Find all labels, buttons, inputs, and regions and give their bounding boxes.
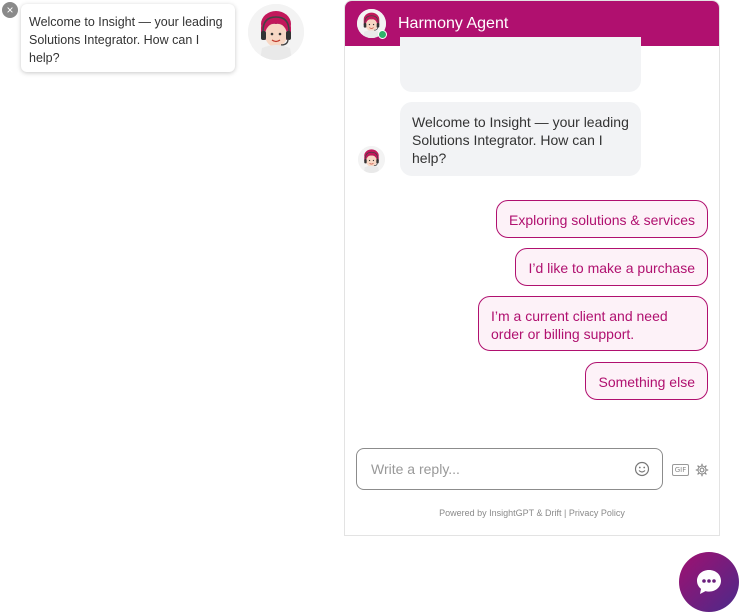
welcome-message-text: Welcome to Insight — your leading Soluti…	[412, 114, 629, 166]
powered-by-link[interactable]: Powered by InsightGPT & Drift	[439, 508, 561, 518]
preview-message[interactable]: Welcome to Insight — your leading Soluti…	[21, 4, 235, 72]
agent-name: Harmony Agent	[398, 14, 509, 32]
quick-reply-button[interactable]: I’m a current client and need order or b…	[478, 296, 708, 351]
gif-icon[interactable]: GIF	[672, 464, 689, 476]
header-avatar	[357, 9, 387, 39]
agent-avatar-icon[interactable]	[248, 4, 304, 60]
previous-message-bubble	[400, 37, 641, 92]
quick-reply-button[interactable]: I’d like to make a purchase	[515, 248, 708, 286]
emoji-icon[interactable]	[634, 461, 650, 477]
privacy-policy-link[interactable]: Privacy Policy	[569, 508, 625, 518]
footer-separator: |	[561, 508, 569, 518]
gear-icon[interactable]	[695, 463, 709, 477]
quick-reply-button[interactable]: Exploring solutions & services	[496, 200, 708, 238]
quick-reply-button[interactable]: Something else	[585, 362, 708, 400]
reply-input[interactable]	[369, 460, 634, 478]
chat-panel: Harmony Agent Welcome to Insight — your …	[344, 0, 720, 536]
welcome-message-bubble: Welcome to Insight — your leading Soluti…	[400, 102, 641, 176]
reply-composer	[356, 448, 663, 490]
chat-launcher-button[interactable]	[679, 552, 739, 612]
preview-message-text: Welcome to Insight — your leading Soluti…	[29, 15, 223, 65]
chat-bubble-icon	[697, 570, 721, 594]
powered-by-footer: Powered by InsightGPT & Drift | Privacy …	[345, 508, 719, 518]
close-icon[interactable]: ×	[2, 2, 18, 18]
online-status-dot	[378, 30, 387, 39]
agent-avatar-icon	[358, 146, 385, 173]
